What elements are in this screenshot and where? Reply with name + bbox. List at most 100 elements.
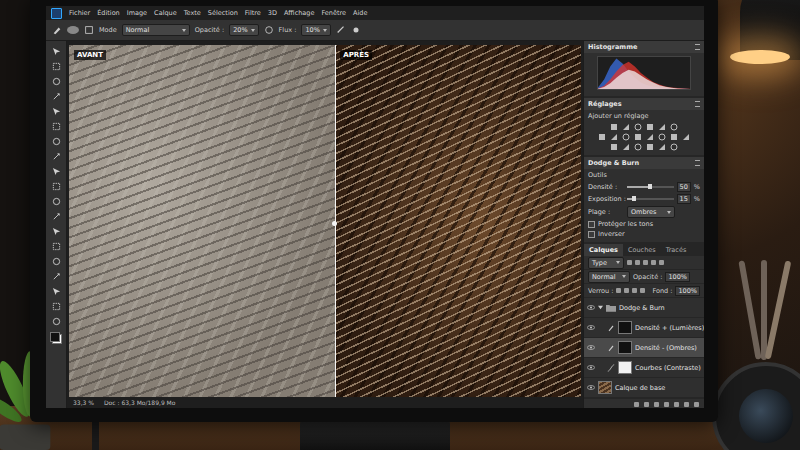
slider-value[interactable]: 50	[677, 182, 691, 192]
layer-row[interactable]: Densité + (Lumières)	[584, 318, 704, 338]
layer-row[interactable]: Densité - (Ombres)	[584, 338, 704, 358]
gradient-tool-icon[interactable]	[52, 212, 61, 221]
adjustment-icon[interactable]	[658, 123, 666, 131]
eye-icon[interactable]	[587, 325, 595, 330]
expanded-arrow-icon[interactable]	[598, 305, 603, 310]
layer-name[interactable]: Courbes (Contraste)	[635, 364, 701, 372]
menu-item[interactable]: Fichier	[69, 9, 90, 17]
layer-action-icon[interactable]	[664, 402, 669, 407]
layer-action-icon[interactable]	[674, 402, 679, 407]
stamp-tool-icon[interactable]	[52, 167, 61, 176]
menu-item[interactable]: Fenêtre	[321, 9, 346, 17]
healing-tool-icon[interactable]	[52, 137, 61, 146]
layer-action-icon[interactable]	[694, 402, 699, 407]
adjustment-icon[interactable]	[610, 133, 618, 141]
menu-item[interactable]: Filtre	[245, 9, 261, 17]
menu-item[interactable]: 3D	[268, 9, 277, 17]
adjustment-icon[interactable]	[646, 133, 654, 141]
adjustment-icon[interactable]	[670, 133, 678, 141]
adjustment-icon[interactable]	[598, 133, 606, 141]
layer-mask-thumbnail[interactable]	[618, 321, 632, 334]
layer-mask-thumbnail[interactable]	[618, 341, 632, 354]
mode-select[interactable]: Normal	[122, 24, 190, 36]
slider-thumb-icon[interactable]	[632, 196, 636, 201]
menu-item[interactable]: Affichage	[284, 9, 315, 17]
adjustment-icon[interactable]	[610, 143, 618, 151]
panel-tab[interactable]: Calques	[584, 244, 623, 256]
checkbox[interactable]	[588, 221, 595, 228]
layer-row[interactable]: Calque de base	[584, 378, 704, 398]
eye-icon[interactable]	[587, 345, 595, 350]
layer-action-icon[interactable]	[684, 402, 689, 407]
panel-tab[interactable]: Couches	[623, 244, 661, 256]
filter-icon[interactable]	[627, 260, 632, 265]
adjustment-icon[interactable]	[670, 123, 678, 131]
zoom-level[interactable]: 33,3 %	[73, 399, 94, 406]
before-after-canvas[interactable]: AVANT APRÈS	[69, 45, 581, 397]
brush-tool-icon[interactable]	[52, 152, 61, 161]
checkbox-row[interactable]: Protéger les tons	[584, 219, 704, 229]
panel-menu-icon[interactable]	[695, 44, 700, 50]
crop-tool-icon[interactable]	[52, 107, 61, 116]
adjustment-icon[interactable]	[670, 143, 678, 151]
adjustment-icon[interactable]	[634, 123, 642, 131]
adjustment-icon[interactable]	[658, 133, 666, 141]
menu-item[interactable]: Édition	[97, 9, 120, 17]
adjustment-icon[interactable]	[682, 133, 690, 141]
eraser-tool-icon[interactable]	[52, 197, 61, 206]
brush-size-icon[interactable]	[67, 26, 79, 34]
filter-icon[interactable]	[651, 260, 656, 265]
blend-mode-select[interactable]: Normal	[588, 271, 630, 283]
adjustment-icon[interactable]	[646, 123, 654, 131]
opacity-field[interactable]: 20%	[229, 24, 258, 36]
hand-tool-icon[interactable]	[52, 302, 61, 311]
menu-item[interactable]: Calque	[154, 9, 177, 17]
layer-action-icon[interactable]	[654, 402, 659, 407]
layer-action-icon[interactable]	[634, 402, 639, 407]
panel-menu-icon[interactable]	[695, 101, 700, 107]
layer-action-icon[interactable]	[644, 402, 649, 407]
checkbox-row[interactable]: Inverser	[584, 229, 704, 239]
pen-tool-icon[interactable]	[52, 242, 61, 251]
adjustment-icon[interactable]	[622, 123, 630, 131]
path-select-tool-icon[interactable]	[52, 272, 61, 281]
slider-value[interactable]: 15	[677, 194, 691, 204]
layer-opacity-field[interactable]: 100%	[665, 272, 690, 282]
zoom-tool-icon[interactable]	[52, 317, 61, 326]
adjustment-icon[interactable]	[658, 143, 666, 151]
adjustment-icon[interactable]	[610, 123, 618, 131]
panel-tab[interactable]: Tracés	[661, 244, 692, 256]
layer-name[interactable]: Dodge & Burn	[619, 304, 665, 312]
adjustment-icon[interactable]	[646, 143, 654, 151]
layer-name[interactable]: Densité - (Ombres)	[635, 344, 697, 352]
quick-select-tool-icon[interactable]	[52, 92, 61, 101]
lock-icon[interactable]	[640, 288, 645, 293]
slider-track[interactable]	[627, 186, 674, 188]
brush-panel-icon[interactable]	[84, 25, 94, 35]
lock-icon[interactable]	[632, 288, 637, 293]
menu-item[interactable]: Image	[127, 9, 147, 17]
layer-row[interactable]: Courbes (Contraste)	[584, 358, 704, 378]
adjustment-icon[interactable]	[634, 133, 642, 141]
layer-name[interactable]: Calque de base	[615, 384, 665, 392]
eye-icon[interactable]	[587, 385, 595, 390]
adjustment-icon[interactable]	[634, 143, 642, 151]
pressure-icon[interactable]	[264, 25, 274, 35]
adjustment-icon[interactable]	[622, 143, 630, 151]
fill-field[interactable]: 100%	[675, 286, 700, 296]
airbrush-icon[interactable]	[336, 25, 346, 35]
menu-item[interactable]: Sélection	[208, 9, 238, 17]
flow-field[interactable]: 10%	[301, 24, 330, 36]
brush-icon[interactable]	[52, 25, 62, 35]
history-brush-tool-icon[interactable]	[52, 182, 61, 191]
eye-icon[interactable]	[587, 365, 595, 370]
lasso-tool-icon[interactable]	[52, 77, 61, 86]
split-divider[interactable]	[335, 45, 336, 397]
menu-item[interactable]: Texte	[184, 9, 201, 17]
filter-icon[interactable]	[635, 260, 640, 265]
eye-icon[interactable]	[587, 305, 595, 310]
color-swatches[interactable]	[50, 332, 62, 344]
layer-name[interactable]: Densité + (Lumières)	[635, 324, 704, 332]
menu-item[interactable]: Aide	[353, 9, 367, 17]
marquee-tool-icon[interactable]	[52, 62, 61, 71]
